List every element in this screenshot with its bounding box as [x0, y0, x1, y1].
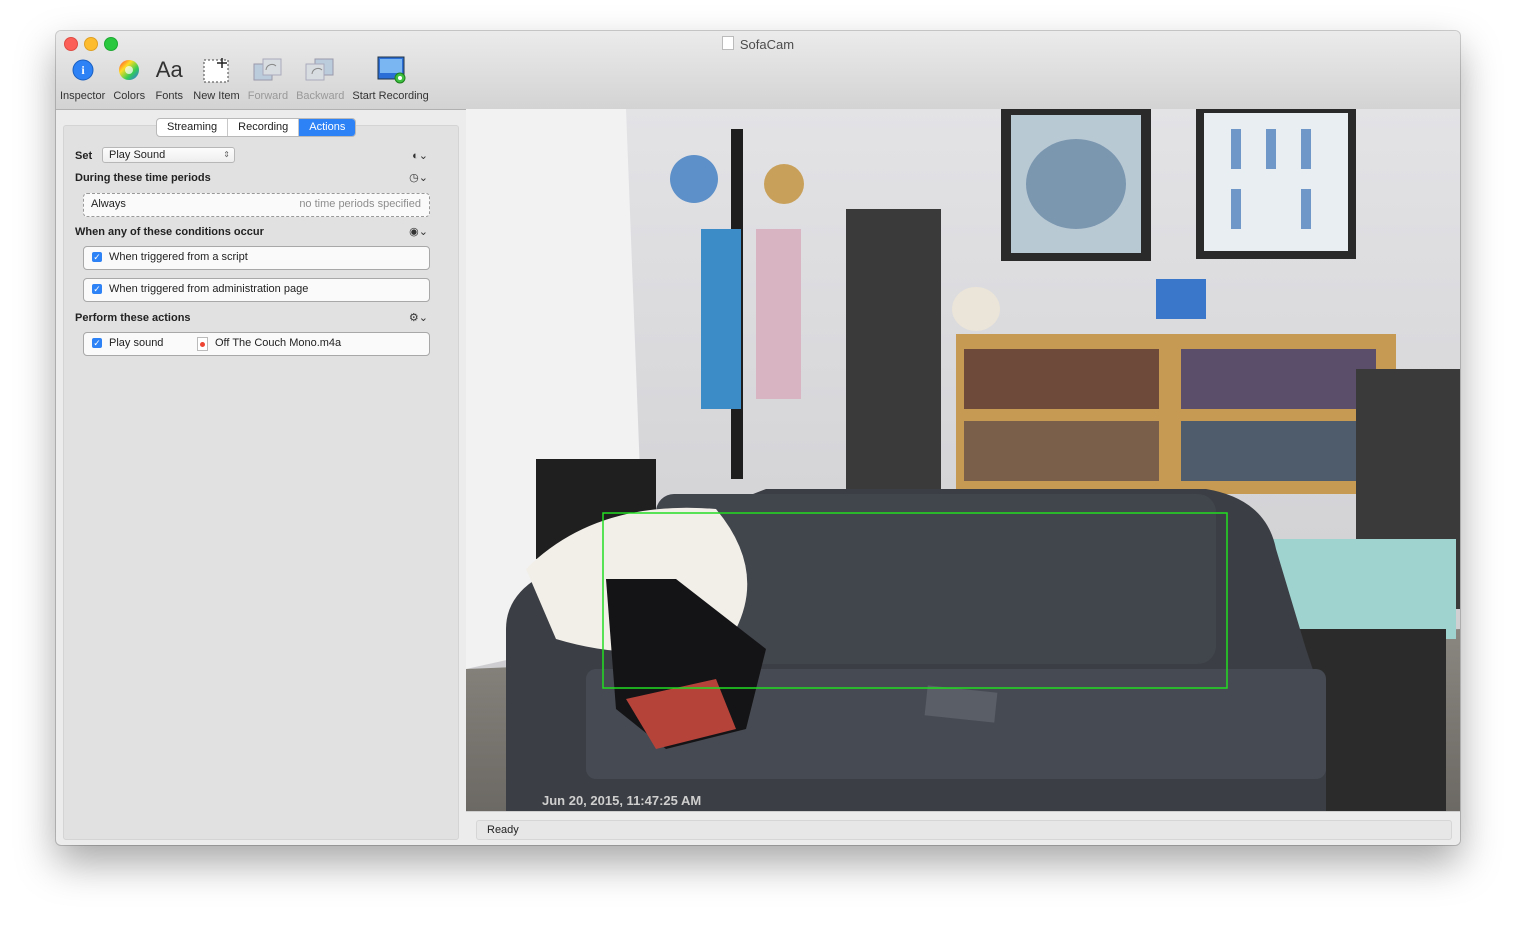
actions-heading: Perform these actions [75, 312, 191, 324]
clock-menu-icon[interactable]: ◷⌄ [409, 171, 428, 184]
toolbar: i Inspector Colors Aa Fonts New Item For… [60, 55, 437, 102]
info-icon: i [72, 59, 94, 81]
record-icon [377, 56, 406, 84]
condition-item: ✓ When triggered from a script [83, 246, 430, 270]
time-period-field[interactable]: Always no time periods specified [83, 193, 430, 217]
time-period-hint: no time periods specified [299, 198, 421, 210]
action-checkbox[interactable]: ✓ [92, 338, 102, 348]
fonts-icon: Aa [155, 57, 183, 82]
status-bar: Ready [466, 811, 1460, 845]
status-field: Ready [476, 820, 1452, 840]
half-circle-menu-icon[interactable]: ◐⌄ [412, 149, 428, 162]
condition-item: ✓ When triggered from administration pag… [83, 278, 430, 302]
send-backward-icon [305, 58, 334, 81]
gear-menu-icon[interactable]: ⚙⌄ [409, 311, 428, 324]
backward-button[interactable]: Backward [296, 55, 344, 102]
set-popup[interactable]: Play Sound ⇕ [102, 147, 235, 163]
fonts-button[interactable]: Aa Fonts [153, 55, 185, 102]
camera-image [466, 109, 1460, 811]
audio-file-icon [197, 337, 208, 351]
color-wheel-icon [119, 60, 140, 80]
action-label: Play sound [109, 337, 164, 349]
colors-button[interactable]: Colors [113, 55, 145, 102]
segmented-control: Streaming Recording Actions [156, 118, 357, 137]
new-item-button[interactable]: New Item [193, 55, 240, 102]
tab-streaming[interactable]: Streaming [157, 119, 229, 136]
audio-file-name[interactable]: Off The Couch Mono.m4a [215, 337, 341, 349]
time-periods-heading: During these time periods [75, 172, 211, 184]
time-period-value: Always [91, 198, 126, 210]
tab-actions[interactable]: Actions [299, 119, 356, 136]
new-item-icon [203, 58, 229, 83]
title-bar: SofaCam i Inspector Colors Aa Fonts New … [56, 31, 1460, 110]
camera-feed[interactable]: Jun 20, 2015, 11:47:25 AM [466, 109, 1460, 811]
start-recording-button[interactable]: Start Recording [352, 55, 429, 102]
set-popup-value: Play Sound [109, 149, 166, 161]
forward-button[interactable]: Forward [248, 55, 288, 102]
document-icon [721, 36, 734, 50]
check-menu-icon[interactable]: ◉⌄ [409, 225, 428, 238]
up-down-arrows-icon: ⇕ [223, 150, 230, 159]
app-window: SofaCam i Inspector Colors Aa Fonts New … [56, 31, 1460, 845]
conditions-heading: When any of these conditions occur [75, 226, 264, 238]
set-label: Set [75, 150, 93, 162]
status-text: Ready [487, 824, 519, 836]
window-title: SofaCam [56, 36, 1460, 52]
video-timestamp: Jun 20, 2015, 11:47:25 AM [542, 793, 702, 808]
condition-checkbox[interactable]: ✓ [92, 284, 102, 294]
condition-checkbox[interactable]: ✓ [92, 252, 102, 262]
inspector-button[interactable]: i Inspector [60, 55, 105, 102]
action-item: ✓ Play sound Off The Couch Mono.m4a [83, 332, 430, 356]
actions-sidebar: Streaming Recording Actions Set Play Sou… [63, 118, 459, 840]
bring-forward-icon [253, 58, 282, 81]
tab-recording[interactable]: Recording [228, 119, 300, 136]
